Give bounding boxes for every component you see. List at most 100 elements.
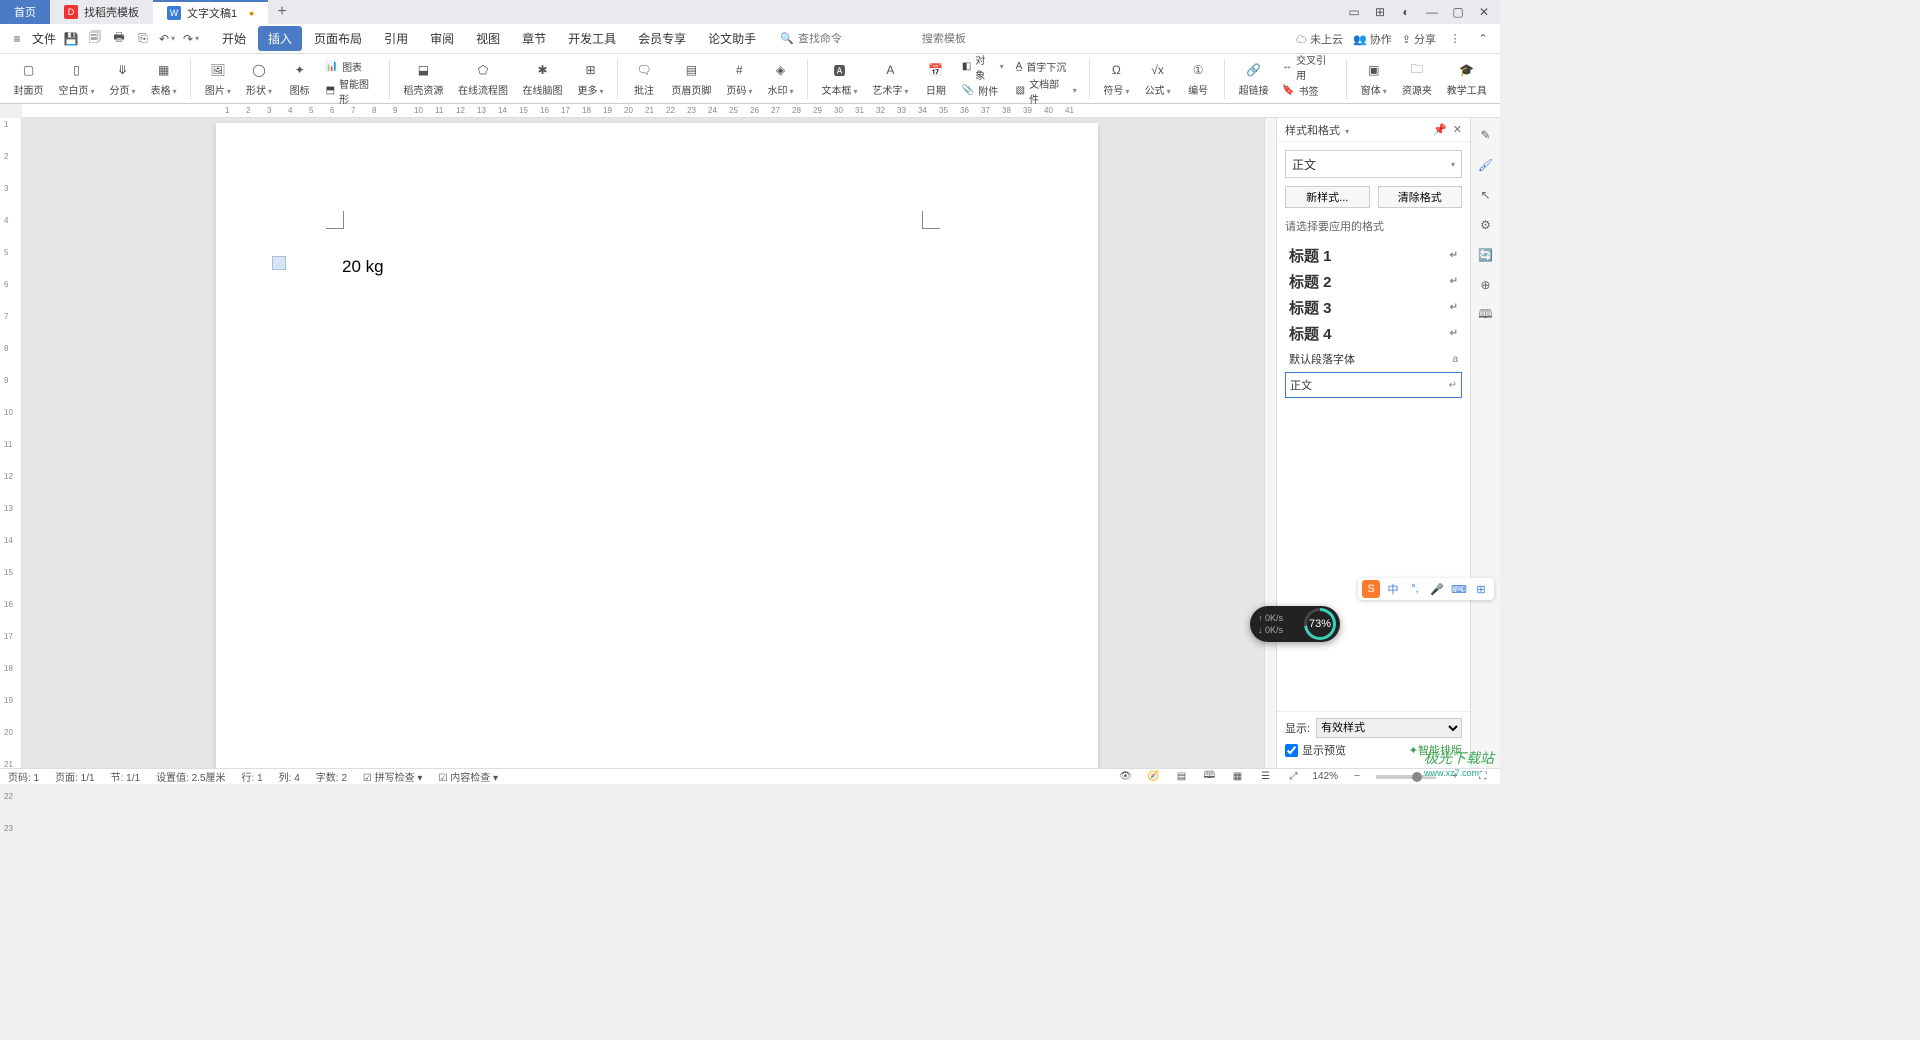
ribbon-resource-folder[interactable]: 🗀资源夹	[1396, 55, 1437, 103]
ime-punct-icon[interactable]: °,	[1406, 580, 1424, 598]
style-body-text[interactable]: 正文↵	[1285, 372, 1462, 398]
ribbon-smart-art[interactable]: ⬒智能图形	[322, 79, 381, 103]
menu-tab-sections[interactable]: 章节	[512, 26, 556, 51]
search-template-input[interactable]	[922, 33, 1042, 45]
share-button[interactable]: ⇪ 分享	[1402, 31, 1436, 47]
side-settings-icon[interactable]: ⚙	[1477, 216, 1495, 234]
document-text[interactable]: 20 kg	[342, 257, 384, 277]
undo-icon[interactable]: ↶▾	[158, 30, 176, 48]
ime-voice-icon[interactable]: 🎤	[1428, 580, 1446, 598]
ribbon-page-break[interactable]: ⤋分页▾	[104, 55, 141, 103]
status-spellcheck[interactable]: ☑ 拼写检查 ▾	[363, 769, 423, 784]
ribbon-textbox[interactable]: 🅰文本框▾	[816, 55, 863, 103]
tab-home[interactable]: 首页	[0, 0, 50, 24]
view-outline-icon[interactable]: ☰	[1256, 768, 1274, 786]
ribbon-date[interactable]: 📅日期	[918, 55, 954, 103]
maximize-button[interactable]: ▢	[1446, 2, 1470, 22]
document-area[interactable]: 20 kg	[22, 118, 1264, 768]
eye-icon[interactable]: 👁	[1116, 768, 1134, 786]
ribbon-page-number[interactable]: #页码▾	[721, 55, 758, 103]
pin-icon[interactable]: 📌	[1433, 123, 1447, 136]
zoom-out-icon[interactable]: −	[1348, 768, 1366, 786]
clear-format-button[interactable]: 清除格式	[1378, 186, 1463, 208]
ribbon-doc-parts[interactable]: ▧文档部件▾	[1012, 79, 1081, 103]
status-page[interactable]: 页面: 1/1	[55, 769, 94, 784]
menu-tab-member[interactable]: 会员专享	[628, 26, 696, 51]
menu-tab-view[interactable]: 视图	[466, 26, 510, 51]
ime-settings-icon[interactable]: ⊞	[1472, 580, 1490, 598]
status-content-check[interactable]: ☑ 内容检查 ▾	[438, 769, 498, 784]
ribbon-attachment[interactable]: 📎附件	[958, 79, 1008, 103]
close-panel-icon[interactable]: ✕	[1453, 123, 1462, 136]
side-translate-icon[interactable]: 🔄	[1477, 246, 1495, 264]
new-style-button[interactable]: 新样式...	[1285, 186, 1370, 208]
ribbon-shapes[interactable]: ◯形状▾	[240, 55, 277, 103]
system-monitor-widget[interactable]: ↑ 0K/s ↓ 0K/s 73%	[1250, 606, 1340, 642]
tab-document[interactable]: W 文字文稿1 •	[153, 0, 268, 24]
export-icon[interactable]: ⎘	[134, 30, 152, 48]
menu-tab-start[interactable]: 开始	[212, 26, 256, 51]
side-select-icon[interactable]: ↖	[1477, 186, 1495, 204]
current-style-select[interactable]: 正文▾	[1285, 150, 1462, 178]
collab-button[interactable]: 👥 协作	[1353, 31, 1392, 47]
ribbon-form[interactable]: ▣窗体▾	[1355, 55, 1392, 103]
menu-tab-review[interactable]: 审阅	[420, 26, 464, 51]
vertical-scrollbar[interactable]	[1264, 118, 1276, 768]
style-heading-4[interactable]: 标题 4↵	[1285, 320, 1462, 346]
more-icon[interactable]: ⋮	[1446, 30, 1464, 48]
file-menu[interactable]: 文件	[32, 30, 56, 47]
ribbon-online-mindmap[interactable]: ✱在线脑图	[517, 55, 568, 103]
print-preview-icon[interactable]: 🗐	[86, 30, 104, 48]
style-heading-3[interactable]: 标题 3↵	[1285, 294, 1462, 320]
view-read-icon[interactable]: 🕮	[1200, 768, 1218, 786]
menu-tab-dev-tools[interactable]: 开发工具	[558, 26, 626, 51]
collapse-ribbon-icon[interactable]: ⌃	[1474, 30, 1492, 48]
ribbon-online-flowchart[interactable]: ⬠在线流程图	[453, 55, 513, 103]
hamburger-icon[interactable]: ≡	[8, 30, 26, 48]
status-section[interactable]: 节: 1/1	[111, 769, 140, 784]
ime-keyboard-icon[interactable]: ⌨	[1450, 580, 1468, 598]
ribbon-equation[interactable]: √x公式▾	[1139, 55, 1176, 103]
status-chars[interactable]: 字数: 2	[316, 769, 347, 784]
status-page-num[interactable]: 页码: 1	[8, 769, 39, 784]
status-col[interactable]: 列: 4	[279, 769, 300, 784]
nav-icon[interactable]: 🧭	[1144, 768, 1162, 786]
horizontal-ruler[interactable]: 1234567891011121314151617181920212223242…	[22, 104, 1500, 118]
redo-icon[interactable]: ↷▾	[182, 30, 200, 48]
grid-icon[interactable]: ⊞	[1368, 2, 1392, 22]
style-default-font[interactable]: 默认段落字体a	[1285, 346, 1462, 372]
ribbon-hyperlink[interactable]: 🔗超链接	[1233, 55, 1274, 103]
minimize-button[interactable]: —	[1420, 2, 1444, 22]
ribbon-bookmark[interactable]: 🔖书签	[1278, 79, 1338, 103]
fit-icon[interactable]: ⤢	[1284, 768, 1302, 786]
status-row[interactable]: 行: 1	[242, 769, 263, 784]
style-heading-1[interactable]: 标题 1↵	[1285, 242, 1462, 268]
ribbon-wordart[interactable]: A艺术字▾	[867, 55, 914, 103]
ribbon-icons[interactable]: ✦图标	[282, 55, 318, 103]
user-icon[interactable]: ◐	[1394, 2, 1418, 22]
style-heading-2[interactable]: 标题 2↵	[1285, 268, 1462, 294]
cloud-status[interactable]: ☁ 未上云	[1296, 31, 1343, 47]
ime-lang-icon[interactable]: 中	[1384, 580, 1402, 598]
view-web-icon[interactable]: ▦	[1228, 768, 1246, 786]
ribbon-header-footer[interactable]: ▤页眉页脚	[666, 55, 717, 103]
preview-checkbox[interactable]: 显示预览	[1285, 742, 1346, 758]
tab-templates[interactable]: D 找稻壳模板	[50, 0, 153, 24]
menu-tab-thesis[interactable]: 论文助手	[698, 26, 766, 51]
ribbon-cross-reference[interactable]: ↔交叉引用	[1278, 55, 1338, 79]
ribbon-picture[interactable]: 🖼图片▾	[199, 55, 236, 103]
side-security-icon[interactable]: ⊕	[1477, 276, 1495, 294]
ribbon-blank-page[interactable]: ▯空白页▾	[53, 55, 100, 103]
ribbon-numbering[interactable]: ①编号	[1180, 55, 1216, 103]
ribbon-more[interactable]: ⊞更多▾	[572, 55, 609, 103]
zoom-level[interactable]: 142%	[1312, 771, 1338, 782]
side-style-icon[interactable]: 🖌	[1477, 156, 1495, 174]
smart-tag-icon[interactable]	[272, 256, 286, 270]
save-icon[interactable]: 💾	[62, 30, 80, 48]
ribbon-teaching-tools[interactable]: 🎓教学工具	[1441, 55, 1492, 103]
search-command-input[interactable]	[798, 33, 918, 45]
vertical-ruler[interactable]: 1234567891011121314151617181920212223	[0, 118, 22, 768]
side-draw-icon[interactable]: ✎	[1477, 126, 1495, 144]
ime-toolbar[interactable]: S 中 °, 🎤 ⌨ ⊞	[1358, 578, 1494, 600]
ribbon-daoke-resources[interactable]: ⬓稻壳资源	[398, 55, 449, 103]
